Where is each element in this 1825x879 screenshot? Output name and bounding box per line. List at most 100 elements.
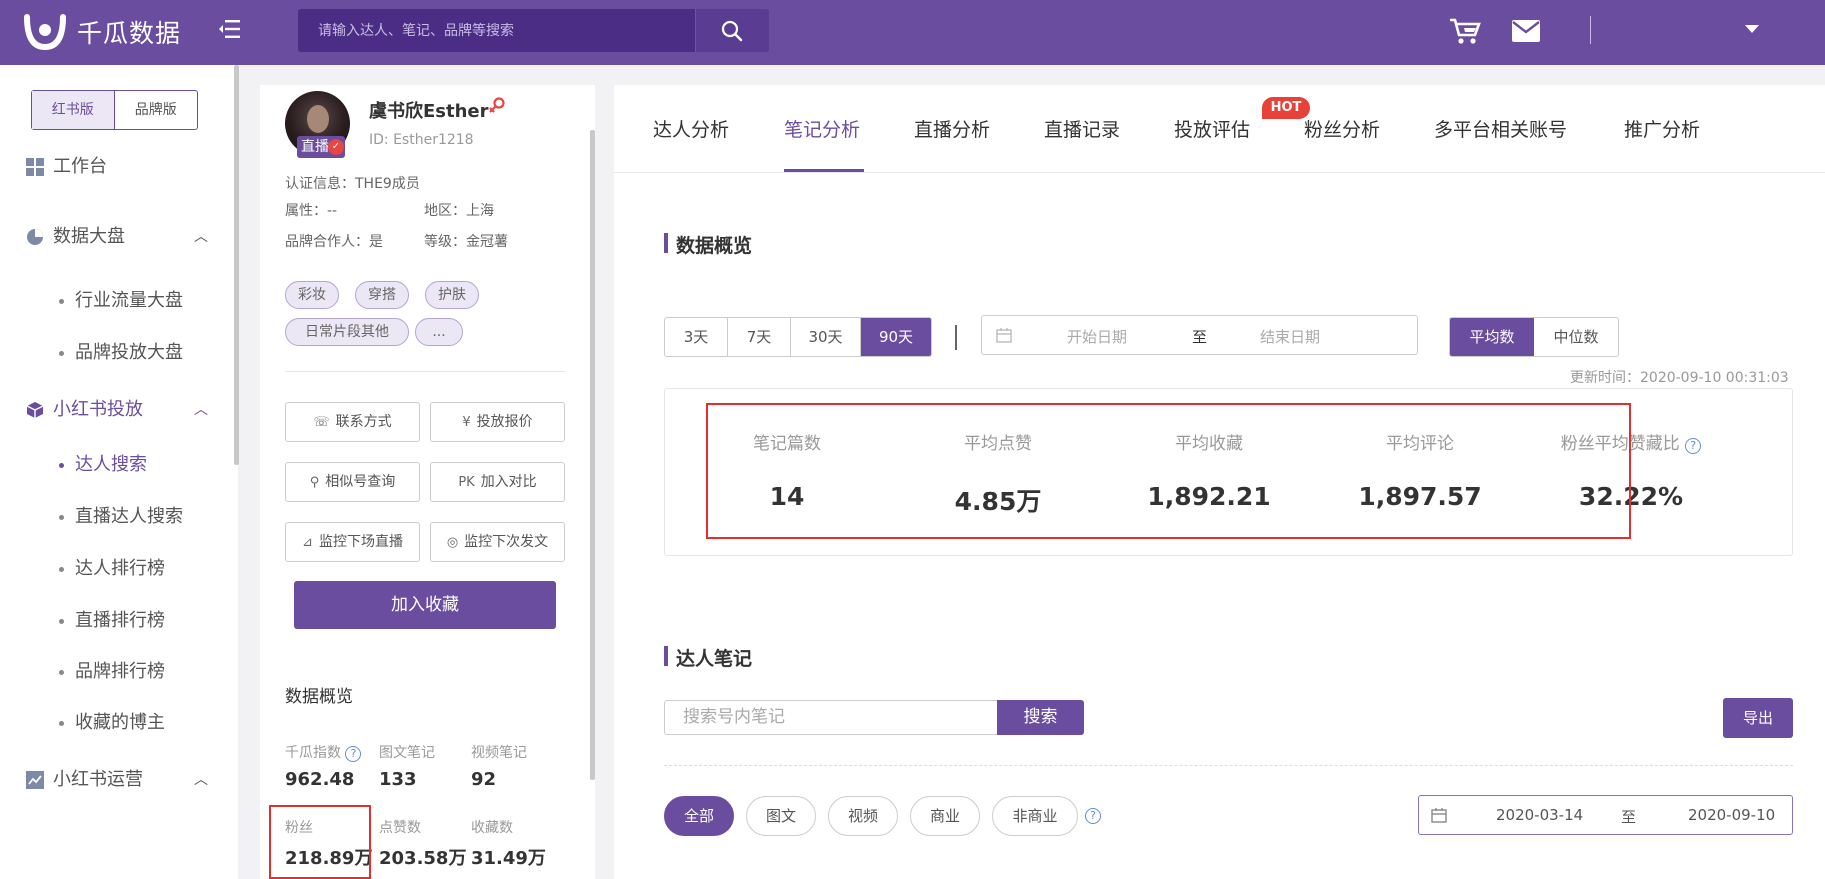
female-icon <box>489 97 505 113</box>
filter-video[interactable]: 视频 <box>828 796 898 836</box>
stat-value: 962.48 <box>285 769 355 790</box>
filter-commercial[interactable]: 商业 <box>910 796 980 836</box>
note-date-range[interactable]: 2020-03-14 至 2020-09-10 <box>1418 795 1793 835</box>
range-90d[interactable]: 90天 <box>861 318 931 356</box>
stat-value: 133 <box>379 769 417 790</box>
hot-badge: HOT <box>1262 97 1310 119</box>
mode-mean[interactable]: 平均数 <box>1450 318 1534 356</box>
sidebar-item-workbench[interactable]: 工作台 <box>0 147 234 187</box>
sidebar-item-xhs-operation[interactable]: 小红书运营 ︿ <box>0 760 234 800</box>
note-start-date[interactable]: 2020-03-14 <box>1496 806 1583 824</box>
tab-promotion-analysis[interactable]: 推广分析 <box>1624 115 1700 142</box>
version-tab-brand[interactable]: 品牌版 <box>115 91 198 129</box>
pk-icon: PK <box>458 475 475 490</box>
note-search-input[interactable]: 搜索号内笔记 <box>664 700 1000 735</box>
note-search-button[interactable]: 搜索 <box>997 700 1084 735</box>
sidebar-subitem-brand-ranking[interactable]: 品牌排行榜 <box>0 652 234 692</box>
bullet-icon <box>59 670 64 675</box>
chevron-up-icon: ︿ <box>194 402 208 418</box>
tag-outfit[interactable]: 穿搭 <box>355 281 409 309</box>
stat-label: 千瓜指数 ? <box>285 742 362 762</box>
tab-fans-analysis[interactable]: 粉丝分析 <box>1304 115 1380 142</box>
calendar-icon <box>996 328 1012 343</box>
help-icon[interactable]: ? <box>1085 808 1101 824</box>
start-date-input[interactable]: 开始日期 <box>1067 326 1127 347</box>
global-search-button[interactable] <box>695 9 769 52</box>
note-end-date[interactable]: 2020-09-10 <box>1688 806 1775 824</box>
sidebar-subitem-industry-traffic[interactable]: 行业流量大盘 <box>0 281 234 321</box>
menu-toggle-icon[interactable] <box>218 19 242 43</box>
profile-region: 地区：上海 <box>424 203 494 219</box>
divider <box>664 765 1793 766</box>
highlight-box <box>706 403 1631 539</box>
date-range-picker[interactable]: 开始日期 至 结束日期 <box>981 315 1418 355</box>
tag-makeup[interactable]: 彩妆 <box>285 281 339 309</box>
live-badge-label: 直播 <box>301 139 329 155</box>
filter-noncommercial[interactable]: 非商业 <box>992 796 1078 836</box>
highlight-box <box>269 805 371 879</box>
sidebar-subitem-kol-ranking[interactable]: 达人排行榜 <box>0 549 234 589</box>
sidebar-subitem-favorites[interactable]: 收藏的博主 <box>0 703 234 743</box>
range-7d[interactable]: 7天 <box>728 318 791 356</box>
stat-value: 92 <box>471 769 497 790</box>
analysis-tabs: 达人分析 笔记分析 直播分析 直播记录 投放评估 HOT 粉丝分析 多平台相关账… <box>614 85 1825 173</box>
sidebar-item-xhs-delivery[interactable]: 小红书投放 ︿ <box>0 390 234 430</box>
compare-button[interactable]: PK 加入对比 <box>430 462 565 502</box>
tab-kol-analysis[interactable]: 达人分析 <box>653 115 729 142</box>
tab-delivery-eval[interactable]: 投放评估 <box>1174 115 1250 142</box>
help-icon[interactable]: ? <box>1685 438 1702 454</box>
profile-brand-partner: 品牌合作人：是 <box>285 234 383 250</box>
sidebar-subitem-label: 直播排行榜 <box>75 610 165 631</box>
chart-trend-icon <box>26 771 44 789</box>
tab-multi-platform[interactable]: 多平台相关账号 <box>1434 115 1567 142</box>
notes-title: 达人笔记 <box>664 644 752 671</box>
tab-live-records[interactable]: 直播记录 <box>1044 115 1120 142</box>
profile-attr: 属性：-- <box>285 203 338 219</box>
compare-label: 加入对比 <box>480 474 537 490</box>
filter-image[interactable]: 图文 <box>746 796 816 836</box>
sidebar-subitem-live-ranking[interactable]: 直播排行榜 <box>0 601 234 641</box>
version-tab-red[interactable]: 红书版 <box>32 91 115 129</box>
sidebar-subitem-live-kol-search[interactable]: 直播达人搜索 <box>0 497 234 537</box>
sidebar-subitem-label: 收藏的博主 <box>75 712 165 733</box>
mail-icon[interactable] <box>1512 20 1540 42</box>
add-favorite-button[interactable]: 加入收藏 <box>294 581 556 629</box>
mode-median[interactable]: 中位数 <box>1534 318 1618 356</box>
profile-scrollbar[interactable] <box>590 130 595 780</box>
tab-note-analysis[interactable]: 笔记分析 <box>784 115 860 142</box>
tag-skincare[interactable]: 护肤 <box>425 281 479 309</box>
range-30d[interactable]: 30天 <box>791 318 861 356</box>
help-icon[interactable]: ? <box>345 746 362 762</box>
sidebar-subitem-kol-search[interactable]: 达人搜索 <box>0 445 234 485</box>
quote-button[interactable]: ¥ 投放报价 <box>430 402 565 442</box>
top-divider <box>1590 16 1591 44</box>
end-date-input[interactable]: 结束日期 <box>1260 326 1320 347</box>
bullet-icon <box>59 515 64 520</box>
global-search-input[interactable] <box>298 9 695 52</box>
sidebar-scrollbar[interactable] <box>234 65 239 465</box>
tag-daily[interactable]: 日常片段其他 <box>285 318 409 346</box>
sidebar-subitem-brand-delivery[interactable]: 品牌投放大盘 <box>0 333 234 373</box>
monitor-post-button[interactable]: ◎ 监控下次发文 <box>430 522 565 562</box>
logo-icon <box>24 14 66 51</box>
overview-title: 数据概览 <box>664 231 752 258</box>
contact-button[interactable]: ☏ 联系方式 <box>285 402 420 442</box>
sidebar-item-dashboard[interactable]: 数据大盘 ︿ <box>0 217 234 257</box>
tag-more[interactable]: ... <box>415 318 463 346</box>
filter-all[interactable]: 全部 <box>664 796 734 836</box>
monitor-live-label: 监控下场直播 <box>318 534 403 550</box>
similar-search-label: 相似号查询 <box>325 474 396 490</box>
range-3d[interactable]: 3天 <box>665 318 728 356</box>
similar-search-button[interactable]: ⚲ 相似号查询 <box>285 462 420 502</box>
sidebar-subitem-label: 品牌排行榜 <box>75 661 165 682</box>
stat-label: 图文笔记 <box>379 745 435 761</box>
brand-name: 千瓜数据 <box>77 19 182 48</box>
calendar-icon <box>1431 808 1447 823</box>
monitor-live-button[interactable]: ⊿ 监控下场直播 <box>285 522 420 562</box>
tab-live-analysis[interactable]: 直播分析 <box>914 115 990 142</box>
contact-label: 联系方式 <box>335 414 392 430</box>
sidebar-subitem-label: 直播达人搜索 <box>75 506 183 527</box>
cart-icon[interactable] <box>1449 17 1481 45</box>
account-dropdown-icon[interactable] <box>1745 25 1759 33</box>
export-button[interactable]: 导出 <box>1723 698 1793 738</box>
